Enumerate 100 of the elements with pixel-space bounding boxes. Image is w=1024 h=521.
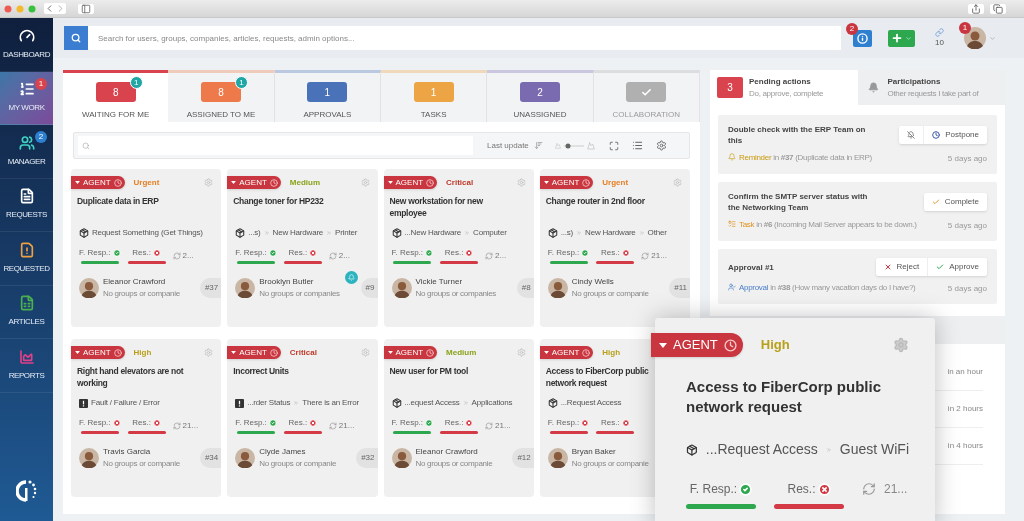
tab[interactable]: 2 UNASSIGNED (487, 70, 594, 122)
refresh-icon (641, 251, 650, 260)
check-icon (640, 86, 652, 98)
priority-label: Critical (289, 346, 317, 359)
tabs-icon[interactable] (993, 3, 1003, 14)
tab[interactable]: 1 TASKS (381, 70, 488, 122)
category-crumb: New Hardware (585, 227, 636, 239)
package-icon (391, 228, 402, 238)
search-field[interactable]: Search for users, groups, companies, articles, requests, admin options... (88, 26, 841, 50)
category-crumb: ...rder Status (247, 397, 291, 409)
avatar (391, 448, 412, 468)
tab-subtitle: Other requests I take part of (887, 87, 979, 100)
refresh-icon (485, 421, 494, 430)
agent-tag[interactable]: AGENT (383, 346, 438, 359)
refresh-icon (172, 421, 181, 430)
agent-tag[interactable]: AGENT (539, 176, 594, 189)
agent-tag[interactable]: AGENT (651, 333, 743, 357)
sla-label: F. Resp.: (547, 247, 580, 259)
person-name: Vickie Turner (415, 276, 464, 288)
agent-tag[interactable]: AGENT (539, 346, 594, 359)
ticket-number[interactable]: #12 (512, 448, 534, 468)
request-card[interactable]: AGENT Critical New workstation for new employee ...New Hardware Computer F. Resp.: Res.: 2... Vickie Turner No groups or companies #8 (383, 169, 534, 327)
avatar (547, 448, 568, 468)
reject-button[interactable]: Reject (875, 258, 928, 276)
refresh-count: 2... (495, 249, 507, 262)
small-size-icon[interactable] (554, 142, 561, 149)
person-name: Eleanor Crawford (103, 276, 167, 288)
approve-button[interactable]: Approve (927, 258, 987, 276)
priority-label: High (133, 346, 152, 359)
caret-icon[interactable] (989, 34, 996, 42)
request-card[interactable]: AGENT Urgent Duplicate data in ERP Request Something (Get Things) F. Resp.: Res.: 2... Eleanor Crawford No groups or companie #37 (71, 169, 222, 327)
request-title: New user for PM tool (389, 365, 470, 377)
search-button[interactable] (64, 26, 88, 50)
sidebar-item[interactable]: REPORTS (0, 339, 53, 393)
request-card[interactable]: AGENT Critical Incorrect Units ...rder Status There is an Error F. Resp.: Res.: 21... Clyde James No groups or companie #32 (227, 339, 378, 497)
person-name: Eleanor Crawford (415, 446, 479, 458)
action-meta: Reminder in #37 (Duplicate data in ERP) (739, 153, 872, 162)
tab[interactable]: 8 1 ASSIGNED TO ME (168, 70, 275, 122)
fullscreen-icon[interactable] (608, 140, 619, 151)
request-link[interactable]: Approval (739, 283, 769, 292)
priority-label: Medium (446, 346, 477, 359)
ticket-number[interactable]: #9 (360, 278, 378, 298)
complete-button[interactable]: Complete (923, 193, 987, 211)
ticket-number[interactable]: #8 (516, 278, 534, 298)
settings-icon[interactable] (673, 178, 682, 187)
list-view-icon[interactable] (631, 140, 643, 151)
sidebar-item[interactable]: REQUESTED (0, 232, 53, 286)
agent-tag[interactable]: AGENT (71, 346, 125, 359)
tab-label: TASKS (420, 109, 447, 121)
sort-icon[interactable] (533, 141, 543, 150)
clock-icon (582, 348, 591, 357)
ticket-number[interactable]: #11 (669, 278, 690, 298)
sla-bar (80, 261, 119, 264)
sidebar-item[interactable]: MY WORK 1 (0, 71, 53, 125)
create-button[interactable] (888, 29, 915, 47)
share-icon[interactable] (971, 3, 981, 14)
request-card[interactable]: AGENT Urgent Change router in 2nd floor ...s) New Hardware Other F. Resp.: Res.: 21... Cindy Wells No groups or companie #11 (539, 169, 690, 327)
priority-label: Medium (289, 176, 321, 189)
sidebar-item[interactable]: ARTICLES (0, 285, 53, 339)
settings-icon[interactable] (893, 337, 909, 353)
separator-icon (326, 230, 333, 236)
category-crumb: Printer (335, 227, 358, 239)
sla-label: Res.: (444, 247, 464, 259)
count-tile: 2 (519, 82, 560, 102)
caret-icon (231, 181, 237, 184)
caret-icon (231, 351, 237, 354)
large-size-icon[interactable] (586, 141, 595, 150)
agent-tag[interactable]: AGENT (71, 176, 125, 189)
window-controls-drawing[interactable] (4, 4, 38, 13)
sla-label: Res.: (288, 247, 308, 259)
agent-tag[interactable]: AGENT (227, 176, 281, 189)
ticket-number[interactable]: #32 (356, 448, 378, 468)
action-title: Double check with the ERP Team on this (728, 124, 867, 146)
package-icon (547, 398, 558, 408)
link-icon[interactable] (935, 27, 944, 37)
info-button[interactable] (853, 29, 872, 47)
sla-label: Res.: (132, 417, 151, 429)
tab[interactable]: 1 APPROVALS (274, 70, 381, 122)
sidebar-toggle-icon[interactable] (81, 3, 91, 14)
person-name: Brooklyn Butler (259, 276, 315, 288)
sidebar-item[interactable]: MANAGER 2 (0, 125, 53, 179)
avatar (964, 27, 986, 49)
sidebar-item[interactable]: REQUESTS (0, 178, 53, 232)
action-title: Confirm the SMTP server status with the Networking Team (728, 191, 869, 213)
agent-tag[interactable]: AGENT (227, 346, 281, 359)
check-icon (936, 263, 945, 271)
request-card[interactable]: AGENT High Right hand elevators are not working Fault / Failure / Error F. Resp.: Res.: 21... Travis Garcia No groups or companie #34 (71, 339, 222, 497)
agent-tag[interactable]: AGENT (383, 176, 438, 189)
request-card[interactable]: AGENT Medium New user for PM tool ...equest Access Applications F. Resp.: Res.: 21... Eleanor Crawford No groups or companie #12 (383, 339, 534, 497)
sort-label[interactable]: Last update (487, 139, 529, 152)
clock-icon (113, 178, 122, 187)
sla-bar (283, 261, 322, 264)
info-icon (857, 32, 868, 44)
filter-field[interactable] (78, 136, 473, 155)
search-icon (71, 33, 81, 43)
panel-tab[interactable]: Participations Other requests I take part of (857, 70, 1005, 105)
settings-icon[interactable] (655, 140, 667, 151)
request-card[interactable]: AGENT Medium Change toner for HP232 ...s) New Hardware Printer F. Resp.: Res.: 2... Brooklyn Butler No groups or companies #9 (227, 169, 378, 327)
ticket-number[interactable]: #37 (199, 278, 222, 298)
ticket-number[interactable]: #34 (199, 448, 222, 468)
